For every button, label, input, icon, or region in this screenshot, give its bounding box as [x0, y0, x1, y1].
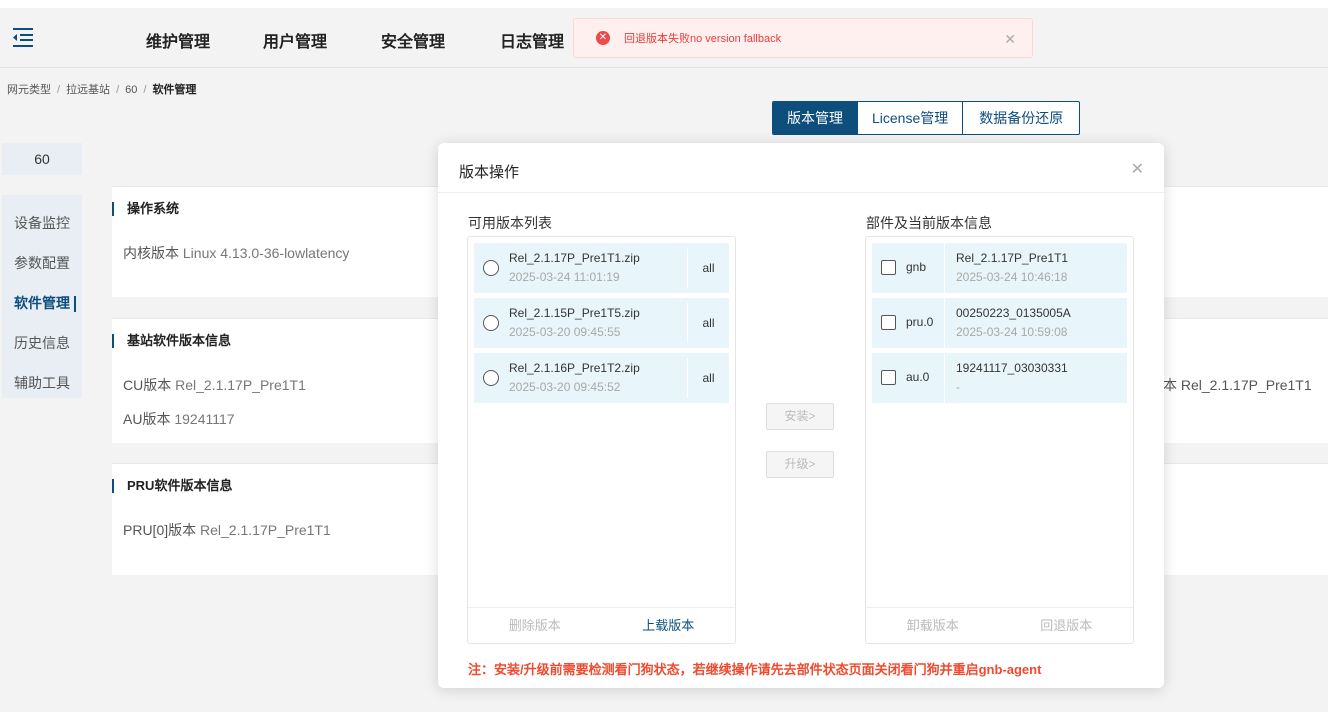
- error-circle-icon: ✕: [596, 31, 610, 45]
- delete-version-button[interactable]: 删除版本: [468, 608, 602, 643]
- upgrade-button[interactable]: 升级>: [766, 451, 834, 478]
- menu-toggle-icon[interactable]: [12, 26, 36, 48]
- component-item[interactable]: au.0 19241117_03030331 -: [872, 353, 1127, 403]
- component-name: pru.0: [906, 315, 934, 329]
- app-root: 维护管理 用户管理 安全管理 日志管理 网元类型 / 拉远基站/60/软件管理 版本…: [0, 0, 1328, 712]
- pru-version-row: PRU[0]版本 Rel_2.1.17P_Pre1T1: [123, 522, 331, 538]
- side-item-tools[interactable]: 辅助工具: [2, 363, 82, 403]
- version-list: Rel_2.1.17P_Pre1T1.zip 2025-03-24 11:01:…: [474, 243, 729, 408]
- toast-close-icon[interactable]: ✕: [1004, 31, 1016, 48]
- version-tag: all: [687, 358, 729, 398]
- component-version: Rel_2.1.17P_Pre1T1: [956, 251, 1069, 265]
- au-version-row: AU版本 19241117: [123, 411, 235, 427]
- version-time: 2025-03-20 09:45:52: [509, 380, 621, 394]
- toast-message: 回退版本失败no version fallback: [624, 33, 782, 45]
- component-list: gnb Rel_2.1.17P_Pre1T1 2025-03-24 10:46:…: [872, 243, 1127, 408]
- modal-header: 版本操作 ✕: [438, 143, 1164, 193]
- version-item[interactable]: Rel_2.1.16P_Pre1T2.zip 2025-03-20 09:45:…: [474, 353, 729, 403]
- cu-version-row: CU版本 Rel_2.1.17P_Pre1T1: [123, 377, 306, 393]
- component-time: 2025-03-24 10:46:18: [956, 270, 1068, 284]
- breadcrumb: 网元类型 / 拉远基站/60/软件管理: [7, 84, 197, 96]
- version-radio[interactable]: [483, 370, 499, 386]
- bs-card-title: 基站软件版本信息: [112, 334, 231, 348]
- component-item[interactable]: gnb Rel_2.1.17P_Pre1T1 2025-03-24 10:46:…: [872, 243, 1127, 293]
- breadcrumb-ne-type[interactable]: 网元类型: [7, 84, 51, 96]
- tab-version-management[interactable]: 版本管理: [773, 102, 858, 134]
- os-card-title: 操作系统: [112, 202, 179, 216]
- version-item[interactable]: Rel_2.1.15P_Pre1T5.zip 2025-03-20 09:45:…: [474, 298, 729, 348]
- install-button[interactable]: 安装>: [766, 403, 834, 430]
- uninstall-version-button[interactable]: 卸载版本: [866, 608, 1000, 643]
- modal-title: 版本操作: [459, 164, 520, 181]
- component-time: -: [956, 380, 960, 394]
- version-radio[interactable]: [483, 260, 499, 276]
- watchdog-warning-note: 注：安装/升级前需要检测看门狗状态，若继续操作请先去部件状态页面关闭看门狗并重启…: [468, 662, 1042, 677]
- components-panel-footer: 卸载版本 回退版本: [866, 607, 1133, 643]
- error-toast: ✕ 回退版本失败no version fallback ✕: [573, 18, 1033, 58]
- component-checkbox[interactable]: [881, 370, 896, 385]
- version-radio[interactable]: [483, 315, 499, 331]
- rollback-version-button[interactable]: 回退版本: [1000, 608, 1134, 643]
- version-tag: all: [687, 303, 729, 343]
- nav-logs[interactable]: 日志管理: [500, 28, 564, 52]
- breadcrumb-current: 软件管理: [152, 84, 197, 96]
- tab-license-management[interactable]: License管理: [858, 102, 964, 134]
- modal-close-icon[interactable]: ✕: [1131, 159, 1144, 179]
- breadcrumb-device[interactable]: 60: [125, 84, 137, 96]
- component-info-panel: gnb Rel_2.1.17P_Pre1T1 2025-03-24 10:46:…: [865, 236, 1134, 644]
- kernel-version-row: 内核版本 Linux 4.13.0-36-lowlatency: [123, 245, 350, 261]
- version-tag: all: [687, 248, 729, 288]
- version-item[interactable]: Rel_2.1.17P_Pre1T1.zip 2025-03-24 11:01:…: [474, 243, 729, 293]
- available-versions-label: 可用版本列表: [468, 215, 552, 231]
- component-version: 00250223_0135005A: [956, 306, 1071, 320]
- top-strip: [0, 0, 1328, 8]
- available-versions-panel: Rel_2.1.17P_Pre1T1.zip 2025-03-24 11:01:…: [467, 236, 736, 644]
- pru-card-title: PRU软件版本信息: [112, 479, 232, 493]
- breadcrumb-remote-bs[interactable]: 拉远基站: [66, 84, 110, 96]
- component-time: 2025-03-24 10:59:08: [956, 325, 1068, 339]
- side-item-software[interactable]: 软件管理: [2, 283, 82, 323]
- version-operation-modal: 版本操作 ✕ 可用版本列表 部件及当前版本信息 Rel_2.1.17P_Pre1…: [438, 143, 1164, 688]
- right-version-row: 本 Rel_2.1.17P_Pre1T1: [1163, 377, 1312, 393]
- component-checkbox[interactable]: [881, 315, 896, 330]
- version-name: Rel_2.1.15P_Pre1T5.zip: [509, 306, 640, 320]
- nav-users[interactable]: 用户管理: [263, 28, 327, 52]
- component-name: au.0: [906, 370, 930, 384]
- tab-bar: 版本管理 License管理 数据备份还原: [772, 101, 1081, 135]
- version-name: Rel_2.1.16P_Pre1T2.zip: [509, 361, 640, 375]
- upload-version-button[interactable]: 上载版本: [602, 608, 736, 643]
- nav-maintenance[interactable]: 维护管理: [146, 28, 210, 52]
- component-version: 19241117_03030331: [956, 361, 1068, 375]
- tab-data-backup[interactable]: 数据备份还原: [963, 102, 1079, 134]
- component-info-label: 部件及当前版本信息: [866, 215, 992, 231]
- version-time: 2025-03-24 11:01:19: [509, 270, 620, 284]
- version-time: 2025-03-20 09:45:55: [509, 325, 621, 339]
- nav-security[interactable]: 安全管理: [381, 28, 445, 52]
- component-item[interactable]: pru.0 00250223_0135005A 2025-03-24 10:59…: [872, 298, 1127, 348]
- device-id-badge: 60: [2, 143, 82, 175]
- versions-panel-footer: 删除版本 上载版本: [468, 607, 735, 643]
- side-item-device-monitor[interactable]: 设备监控: [2, 203, 82, 243]
- component-checkbox[interactable]: [881, 260, 896, 275]
- side-item-param-config[interactable]: 参数配置: [2, 243, 82, 283]
- version-name: Rel_2.1.17P_Pre1T1.zip: [509, 251, 640, 265]
- side-menu: 设备监控 参数配置 软件管理 历史信息 辅助工具: [2, 195, 82, 398]
- side-item-history[interactable]: 历史信息: [2, 323, 82, 363]
- component-name: gnb: [906, 260, 927, 274]
